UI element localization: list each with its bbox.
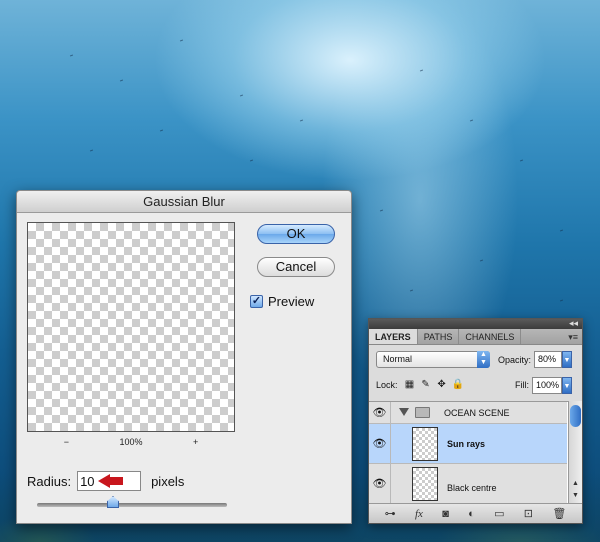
preview-label: Preview — [268, 294, 315, 309]
lock-pixels-icon[interactable]: ✎ — [420, 379, 432, 391]
adjustment-layer-icon[interactable]: ◐ — [468, 508, 475, 520]
radius-row: Radius: 10 pixels — [27, 471, 184, 491]
tab-layers[interactable]: LAYERS — [369, 329, 418, 344]
tab-paths[interactable]: PATHS — [418, 329, 460, 344]
link-layers-icon[interactable]: ⊶ — [385, 507, 396, 520]
opacity-label: Opacity: — [498, 354, 532, 365]
blur-preview-canvas[interactable] — [27, 222, 235, 432]
tab-channels[interactable]: CHANNELS — [459, 329, 522, 344]
collapse-icon[interactable]: ◂◂ — [569, 318, 578, 329]
scrollbar-thumb[interactable] — [570, 405, 581, 427]
layers-panel: ◂◂ LAYERS PATHS CHANNELS ▾≡ Normal ▲ ▼ Op… — [368, 318, 583, 524]
panel-tabs: LAYERS PATHS CHANNELS ▾≡ — [369, 329, 582, 345]
visibility-eye-icon[interactable]: 👁 — [369, 402, 391, 423]
blend-mode-value: Normal — [383, 354, 413, 364]
opacity-dropdown-icon[interactable]: ▼ — [562, 351, 573, 368]
layer-black-centre[interactable]: 👁 Black centre — [369, 464, 567, 503]
lock-all-icon[interactable]: 🔒 — [452, 379, 464, 391]
expand-triangle-icon[interactable] — [399, 408, 409, 416]
layer-style-fx-icon[interactable]: fx — [415, 508, 423, 520]
fill-control: Fill: 100% ▼ — [515, 376, 572, 394]
layer-name: Sun rays — [447, 439, 486, 449]
cancel-button[interactable]: Cancel — [257, 257, 335, 277]
dialog-title: Gaussian Blur — [17, 191, 351, 213]
zoom-in-button[interactable]: + — [193, 437, 198, 447]
layers-bottom-toolbar: ⊶ fx ◙ ◐ ▭ ⊡ 🗑 — [369, 503, 582, 523]
lock-position-icon[interactable]: ✥ — [436, 379, 448, 391]
visibility-eye-icon[interactable]: 👁 — [369, 464, 391, 503]
layer-name: Black centre — [447, 483, 497, 493]
layer-group-ocean-scene[interactable]: 👁 OCEAN SCENE — [369, 402, 567, 424]
new-group-icon[interactable]: ▭ — [494, 507, 504, 520]
layers-list: 👁 OCEAN SCENE 👁 Sun rays 👁 Black centre — [369, 401, 582, 503]
new-layer-icon[interactable]: ⊡ — [524, 507, 533, 520]
blend-mode-select[interactable]: Normal ▲ ▼ — [376, 351, 490, 368]
red-arrow-annotation-icon — [98, 474, 128, 488]
panel-titlebar[interactable]: ◂◂ — [369, 318, 582, 329]
fill-label: Fill: — [515, 380, 529, 390]
ok-button[interactable]: OK — [257, 224, 335, 244]
delete-layer-icon[interactable]: 🗑 — [552, 507, 566, 520]
radius-input[interactable]: 10 — [77, 471, 142, 491]
layer-name: OCEAN SCENE — [444, 408, 510, 418]
blend-mode-stepper-icon[interactable]: ▲ ▼ — [477, 351, 490, 368]
lock-label: Lock: — [376, 380, 398, 390]
preview-checkbox[interactable]: ✓ — [250, 295, 263, 308]
folder-icon — [415, 407, 430, 418]
zoom-level: 100% — [119, 437, 143, 447]
radius-slider-track[interactable] — [37, 496, 227, 508]
zoom-out-button[interactable]: − — [64, 437, 69, 447]
visibility-eye-icon[interactable]: 👁 — [369, 424, 391, 463]
gaussian-blur-dialog: Gaussian Blur − 100% + OK Cancel ✓ Previ… — [16, 190, 352, 524]
radius-value[interactable]: 10 — [80, 474, 94, 489]
blend-row: Normal ▲ ▼ Opacity: 80% ▼ — [376, 351, 573, 368]
scroll-down-icon[interactable]: ▼ — [572, 492, 579, 499]
panel-menu-icon[interactable]: ▾≡ — [568, 329, 578, 345]
radius-slider-thumb[interactable] — [107, 496, 119, 508]
add-mask-icon[interactable]: ◙ — [442, 508, 449, 520]
lock-row: Lock: ▦ ✎ ✥ 🔒 Fill: 100% ▼ — [376, 376, 572, 394]
layer-thumbnail — [412, 427, 438, 461]
radius-unit: pixels — [151, 473, 185, 489]
preview-checkbox-row[interactable]: ✓ Preview — [250, 294, 314, 309]
lock-transparent-icon[interactable]: ▦ — [404, 379, 416, 391]
layer-thumbnail — [412, 467, 438, 501]
layer-sun-rays[interactable]: 👁 Sun rays — [369, 424, 567, 464]
opacity-input[interactable]: 80% — [534, 351, 563, 368]
scroll-up-icon[interactable]: ▲ — [572, 480, 579, 487]
fill-input[interactable]: 100% — [532, 376, 562, 394]
fill-dropdown-icon[interactable]: ▼ — [562, 376, 572, 394]
zoom-controls: − 100% + — [27, 437, 235, 447]
radius-label: Radius: — [27, 473, 72, 489]
layers-scrollbar[interactable]: ▲ ▼ — [568, 401, 582, 503]
